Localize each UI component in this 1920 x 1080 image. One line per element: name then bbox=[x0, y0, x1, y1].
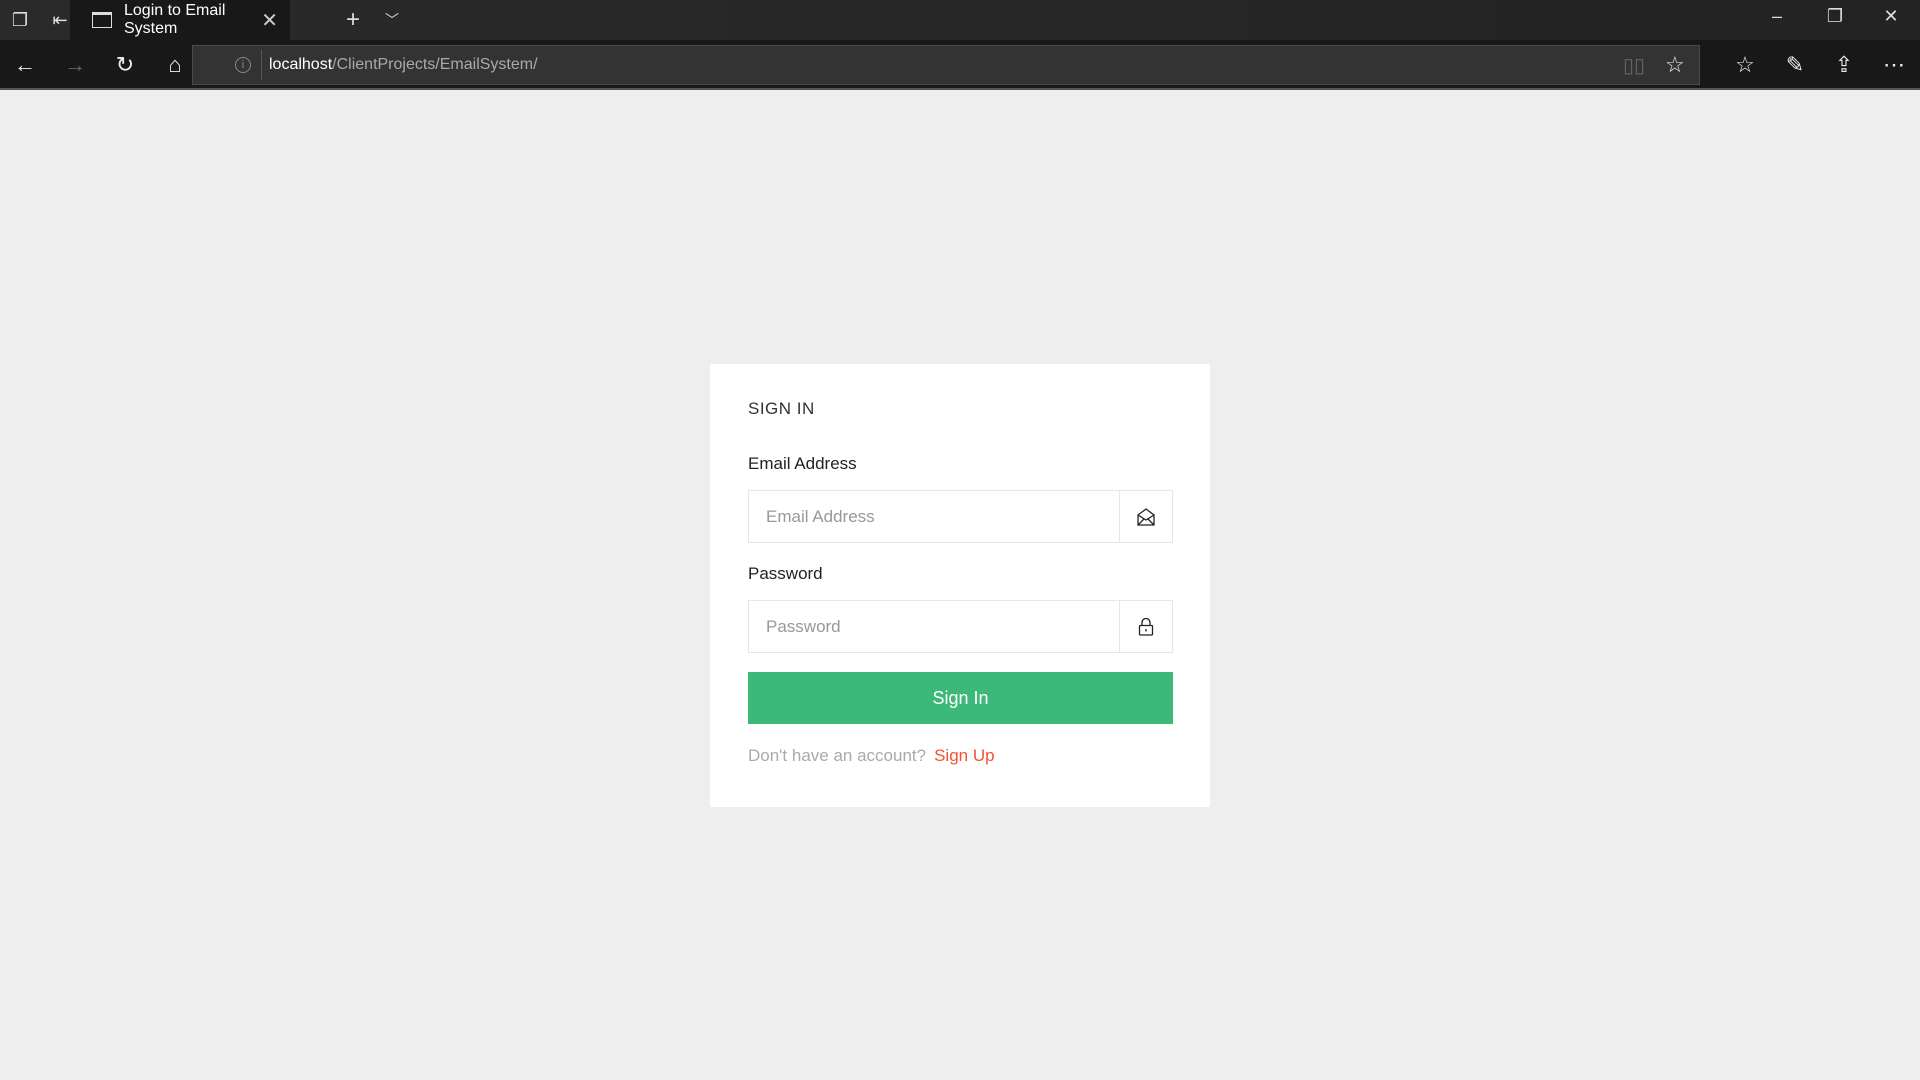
tab-manager-icon[interactable]: ❐ bbox=[8, 8, 32, 32]
email-label: Email Address bbox=[748, 454, 857, 473]
form-title: SIGN IN bbox=[748, 399, 815, 418]
browser-navbar: ← → ↻ ⌂ i localhost/ClientProjects/Email… bbox=[0, 40, 1920, 90]
envelope-icon bbox=[1119, 491, 1172, 542]
page-icon bbox=[92, 12, 112, 28]
reading-view-icon[interactable]: ▯▯ bbox=[1623, 53, 1645, 78]
password-input[interactable] bbox=[749, 601, 1119, 652]
favorites-icon[interactable]: ☆ bbox=[1732, 52, 1758, 78]
login-card: SIGN IN Email Address Password Sign In D… bbox=[710, 364, 1210, 807]
set-tabs-aside-icon[interactable]: ⇤ bbox=[48, 8, 72, 32]
divider bbox=[261, 50, 262, 80]
email-input[interactable] bbox=[749, 491, 1119, 542]
share-icon[interactable]: ⇪ bbox=[1831, 52, 1857, 78]
browser-titlebar: ❐ ⇤ Login to Email System ✕ + ﹀ – ❐ ✕ bbox=[0, 0, 1920, 40]
email-group bbox=[748, 490, 1173, 543]
pen-icon[interactable]: ✎ bbox=[1782, 52, 1808, 78]
browser-tab[interactable]: Login to Email System ✕ bbox=[70, 0, 290, 40]
more-icon[interactable]: ⋯ bbox=[1881, 52, 1907, 78]
close-window-icon[interactable]: ✕ bbox=[1876, 6, 1906, 27]
home-icon[interactable]: ⌂ bbox=[162, 52, 188, 78]
signup-prompt: Don't have an account? Sign Up bbox=[748, 746, 995, 766]
sign-up-link[interactable]: Sign Up bbox=[934, 746, 994, 765]
star-icon[interactable]: ☆ bbox=[1665, 52, 1685, 78]
url-path: /ClientProjects/EmailSystem/ bbox=[332, 56, 538, 73]
url-text[interactable]: localhost/ClientProjects/EmailSystem/ bbox=[269, 56, 538, 74]
forward-icon[interactable]: → bbox=[62, 52, 88, 78]
refresh-icon[interactable]: ↻ bbox=[112, 52, 138, 78]
sign-in-button[interactable]: Sign In bbox=[748, 672, 1173, 724]
password-group bbox=[748, 600, 1173, 653]
url-host: localhost bbox=[269, 56, 333, 73]
chevron-down-icon[interactable]: ﹀ bbox=[380, 8, 404, 32]
lock-icon bbox=[1119, 601, 1172, 652]
tab-title: Login to Email System bbox=[124, 2, 226, 37]
new-tab-icon[interactable]: + bbox=[341, 8, 365, 32]
address-bar[interactable]: i localhost/ClientProjects/EmailSystem/ … bbox=[192, 45, 1700, 85]
footer-text: Don't have an account? bbox=[748, 746, 927, 765]
minimize-icon[interactable]: – bbox=[1762, 6, 1792, 27]
restore-icon[interactable]: ❐ bbox=[1820, 6, 1850, 27]
back-icon[interactable]: ← bbox=[12, 52, 38, 78]
close-tab-icon[interactable]: ✕ bbox=[261, 8, 278, 33]
password-label: Password bbox=[748, 564, 823, 583]
info-icon[interactable]: i bbox=[235, 57, 251, 73]
